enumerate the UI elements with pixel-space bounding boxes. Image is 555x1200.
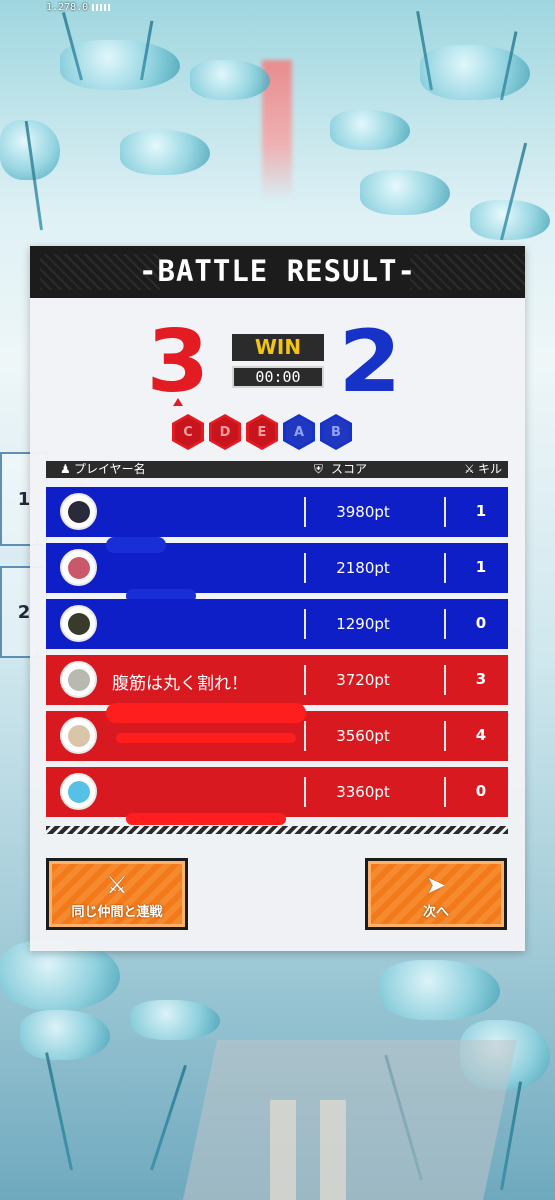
version-text: 1.278.0: [46, 2, 89, 13]
crossed-swords-icon: ⚔: [106, 871, 128, 899]
table-row[interactable]: 3560pt 4: [46, 703, 508, 761]
background-leaf: [380, 960, 500, 1020]
background-leaf: [20, 1010, 110, 1060]
divider: [304, 665, 306, 695]
arrow-right-icon: ➤: [425, 871, 447, 899]
panel-header: -BATTLE RESULT-: [30, 246, 525, 298]
battle-result-panel: -BATTLE RESULT- 3 WIN 00:00 2 C D E A B …: [30, 246, 525, 951]
capture-point-hex-icon: B: [320, 414, 352, 450]
divider: [304, 609, 306, 639]
next-button-label: 次へ: [422, 905, 449, 920]
capture-point-hex-icon: C: [172, 414, 204, 450]
player-score: 3720pt: [336, 671, 390, 689]
redaction-scribble: [106, 703, 306, 723]
table-header: ♟ プレイヤー名 ⛨ スコア ⚔ キル: [46, 461, 508, 478]
player-score: 3360pt: [336, 783, 390, 801]
person-icon: ♟: [60, 462, 71, 476]
background-grass: [45, 1052, 73, 1171]
player-score: 2180pt: [336, 559, 390, 577]
capture-point-label: D: [212, 417, 238, 447]
redaction-scribble: [116, 733, 296, 743]
background-leaf: [190, 60, 270, 100]
divider: [444, 777, 446, 807]
divider: [444, 721, 446, 751]
table-row[interactable]: 腹筋は丸く割れ！ 3720pt 3: [46, 655, 508, 705]
background-leaf: [360, 170, 450, 215]
capture-point-hex-icon: D: [209, 414, 241, 450]
background-road-stripe: [270, 1100, 296, 1200]
blue-team-score: 2: [338, 312, 402, 412]
match-time: 00:00: [232, 366, 324, 388]
avatar-face: [67, 780, 90, 803]
divider: [444, 553, 446, 583]
player-kills: 0: [475, 614, 487, 632]
own-team-indicator-icon: [173, 398, 183, 406]
divider: [304, 721, 306, 751]
table-row[interactable]: 3980pt 1: [46, 487, 508, 537]
capture-point-label: A: [286, 417, 312, 447]
rematch-same-team-button[interactable]: ⚔ 同じ仲間と連戦: [46, 858, 188, 930]
capture-point-hex-icon: E: [246, 414, 278, 450]
redaction-scribble: [106, 537, 166, 553]
redaction-scribble: [126, 813, 286, 825]
table-row[interactable]: 3360pt 0: [46, 767, 508, 825]
capture-point-label: E: [249, 417, 275, 447]
divider: [304, 553, 306, 583]
avatar: [60, 717, 97, 754]
player-kills: 1: [475, 558, 487, 576]
background-leaf: [120, 130, 210, 175]
column-kill: キル: [478, 462, 503, 476]
match-result-badge: WIN: [232, 334, 324, 361]
side-marker-label: 1: [17, 488, 31, 510]
avatar-face: [67, 612, 90, 635]
player-kills: 1: [475, 502, 487, 520]
column-player-name: プレイヤー名: [74, 462, 146, 476]
table-footer-decoration: [46, 826, 508, 834]
player-name: 腹筋は丸く割れ！: [112, 674, 248, 694]
avatar: [60, 493, 97, 530]
side-marker-label: 2: [17, 601, 31, 623]
divider: [444, 609, 446, 639]
avatar: [60, 661, 97, 698]
kill-icon: ⚔: [464, 462, 475, 476]
column-score: スコア: [331, 462, 368, 476]
player-score: 1290pt: [336, 615, 390, 633]
divider: [304, 777, 306, 807]
background-leaf: [130, 1000, 220, 1040]
player-kills: 4: [475, 726, 487, 744]
avatar: [60, 549, 97, 586]
background-leaf: [330, 110, 410, 150]
red-team-score: 3: [146, 312, 210, 412]
capture-points: C D E A B: [172, 414, 352, 450]
capture-point-label: C: [175, 417, 201, 447]
avatar: [60, 605, 97, 642]
divider: [444, 497, 446, 527]
player-kills: 0: [475, 782, 487, 800]
capture-point-hex-icon: A: [283, 414, 315, 450]
avatar-face: [67, 724, 90, 747]
player-score: 3560pt: [336, 727, 390, 745]
next-button[interactable]: ➤ 次へ: [365, 858, 507, 930]
background-road: [182, 1040, 518, 1200]
page-title: -BATTLE RESULT-: [139, 254, 416, 288]
divider: [444, 665, 446, 695]
avatar-face: [67, 668, 90, 691]
shield-icon: ⛨: [314, 462, 324, 476]
divider: [304, 497, 306, 527]
avatar-face: [67, 500, 90, 523]
rematch-button-label: 同じ仲間と連戦: [71, 905, 163, 920]
background-leaf: [420, 45, 530, 100]
signal-icon: [92, 3, 111, 11]
player-kills: 3: [475, 670, 487, 688]
avatar: [60, 773, 97, 810]
capture-point-label: B: [323, 417, 349, 447]
avatar-face: [67, 556, 90, 579]
version-label: 1.278.0: [46, 2, 111, 13]
background-road-stripe: [320, 1100, 346, 1200]
table-row[interactable]: 2180pt 1: [46, 537, 508, 603]
background-grass: [150, 1064, 187, 1171]
table-row[interactable]: 1290pt 0: [46, 599, 508, 649]
player-score: 3980pt: [336, 503, 390, 521]
